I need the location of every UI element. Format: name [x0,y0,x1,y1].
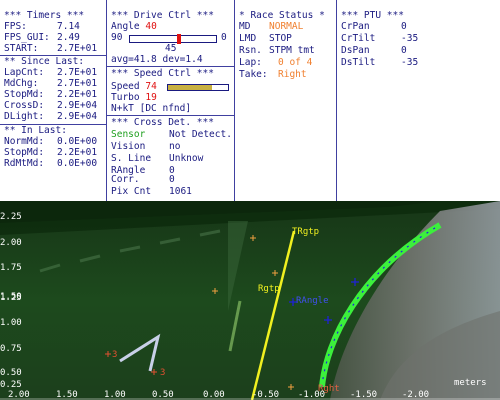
angle-slider-min: 90 [111,32,123,43]
y-tick: 1.75 [0,263,22,273]
ptu-row-crpan: CrPan 0 [341,21,407,32]
cross-row-pixcnt: Pix Cnt 1061 [111,186,192,197]
turbo-row: Turbo 19 [111,92,157,103]
race-row-take: Take: Right [239,69,307,80]
y-tick: 0.25 [0,380,22,390]
telemetry-panel: *** Timers *** FPS: 7.14 FPS_GUI: 2.49 STA… [0,0,500,201]
control-panel: *** Drive Ctrl *** Angle 40 90 0 45 avg=… [107,0,234,201]
angle-stats: avg=41.8 dev=1.4 [111,54,203,65]
in-row-normmd: NormMd: 0.0E+00 [4,136,98,147]
ptu-panel: *** PTU *** CrPan 0 CrTilt -35 DsPan 0 DsTi… [337,0,500,201]
cross-title: *** Cross Det. *** [111,117,214,128]
ptu-title: *** PTU *** [341,10,404,21]
marker-3b: 3 [160,368,165,378]
marker-rangle: RAngle [296,296,329,306]
y-tick: 2.25 [0,212,22,222]
since-last-title: ** Since Last: [4,56,85,67]
in-row-rdmtmd: RdMtMd: 0.0E+00 [4,158,98,169]
race-panel: * Race Status * MD NORMAL LMD STOP Rsn. STP… [235,0,335,201]
angle-slider-center: 45 [165,43,177,54]
camera-overlay: TRgtp Rgtp RAngle Rght 3 3 2.25 2.00 1.7… [0,201,500,400]
angle-slider-thumb[interactable] [177,34,182,44]
since-row-dlight: DLight: 2.9E+04 [4,111,98,122]
timers-panel: *** Timers *** FPS: 7.14 FPS_GUI: 2.49 STA… [0,0,106,201]
cross-row-sensor: Sensor Not Detect. [111,129,232,140]
ptu-row-dspan: DsPan 0 [341,45,407,56]
camera-view[interactable]: TRgtp Rgtp RAngle Rght 3 3 2.25 2.00 1.7… [0,201,500,400]
timers-title: *** Timers *** [4,10,85,21]
speed-value: 74 [145,81,157,92]
y-tick: 1.00 [0,318,22,328]
in-last-title: ** In Last: [4,125,67,136]
angle-slider-max: 0 [221,32,227,43]
angle-value: 40 [145,21,157,32]
since-row-stopmd: StopMd: 2.2E+01 [4,89,98,100]
ptu-row-crtilt: CrTilt -35 [341,33,419,44]
cross-row-vision: Vision no [111,141,181,152]
angle-row: Angle 40 [111,21,157,32]
since-row-crossd: CrossD: 2.9E+04 [4,100,98,111]
timer-row-fps-gui: FPS_GUI: 2.49 [4,32,80,43]
speed-row: Speed 74 [111,81,157,92]
race-title: * Race Status * [239,10,325,21]
ptu-row-dstilt: DsTilt -35 [341,57,419,68]
turbo-value: 19 [145,92,157,103]
race-row-rsn: Rsn. STPM tmt [239,45,315,56]
race-row-lap: Lap: 0 of 4 [239,57,313,68]
drive-title: *** Drive Ctrl *** [111,10,214,21]
since-row-mdchg: MdChg: 2.7E+01 [4,78,98,89]
nkt-text: N+kT [DC nfnd] [111,103,192,114]
y-tick: 0.50 [0,368,22,378]
divider [107,66,234,67]
marker-rgtp: Rgtp [258,284,280,294]
unit-label: meters [454,378,487,388]
cross-row-corr: Corr. 0 [111,174,175,185]
y-tick: 0.75 [0,344,22,354]
y-tick: 2.00 [0,238,22,248]
speed-title: *** Speed Ctrl *** [111,68,214,79]
marker-3a: 3 [112,350,117,360]
speed-bar-fill [168,85,213,90]
in-row-stopmd: StopMd: 2.2E+01 [4,147,98,158]
y-tick: 1.25 [0,293,22,303]
timer-row-fps: FPS: 7.14 [4,21,80,32]
timer-row-start: START: 2.7E+01 [4,43,98,54]
race-row-lmd: LMD STOP [239,33,292,44]
since-row-lapcnt: LapCnt: 2.7E+01 [4,67,98,78]
angle-slider[interactable] [129,34,217,44]
marker-trgtp: TRgtp [292,227,319,237]
speed-bar [167,84,229,91]
race-row-md: MD NORMAL [239,21,304,32]
divider [107,115,234,116]
cross-row-sline: S. Line Unknow [111,153,204,164]
